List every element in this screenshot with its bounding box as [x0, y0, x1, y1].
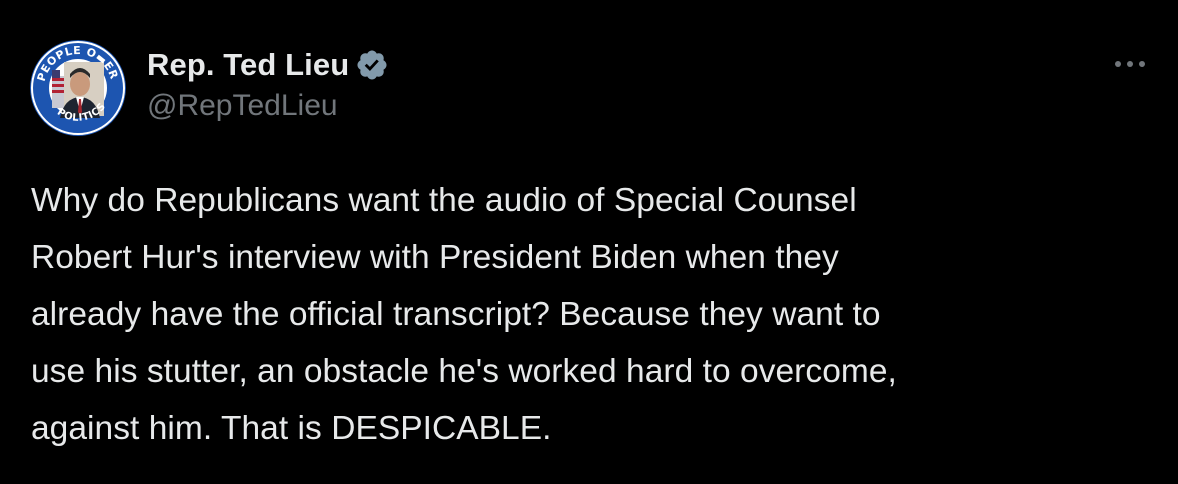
author-display-name[interactable]: Rep. Ted Lieu — [147, 47, 349, 83]
author-avatar[interactable]: PEOPLE O▬ER POLITICS — [30, 40, 126, 136]
verified-badge-icon[interactable] — [355, 48, 389, 82]
tweet-text: Why do Republicans want the audio of Spe… — [31, 172, 1151, 457]
tweet-text-line: already have the official transcript? Be… — [31, 296, 881, 333]
tweet-card: PEOPLE O▬ER POLITICS Rep. Ted Lieu @RepT… — [0, 0, 1178, 484]
author-name-row: Rep. Ted Lieu — [147, 43, 389, 87]
tweet-text-line: against him. That is DESPICABLE. — [31, 410, 552, 447]
tweet-text-line: Robert Hur's interview with President Bi… — [31, 239, 839, 276]
author-header: Rep. Ted Lieu @RepTedLieu — [147, 43, 389, 123]
avatar-image: PEOPLE O▬ER POLITICS — [30, 40, 126, 136]
more-options-icon[interactable] — [1110, 52, 1150, 76]
author-handle[interactable]: @RepTedLieu — [147, 89, 389, 123]
tweet-text-line: Why do Republicans want the audio of Spe… — [31, 182, 857, 219]
tweet-text-line: use his stutter, an obstacle he's worked… — [31, 353, 897, 390]
